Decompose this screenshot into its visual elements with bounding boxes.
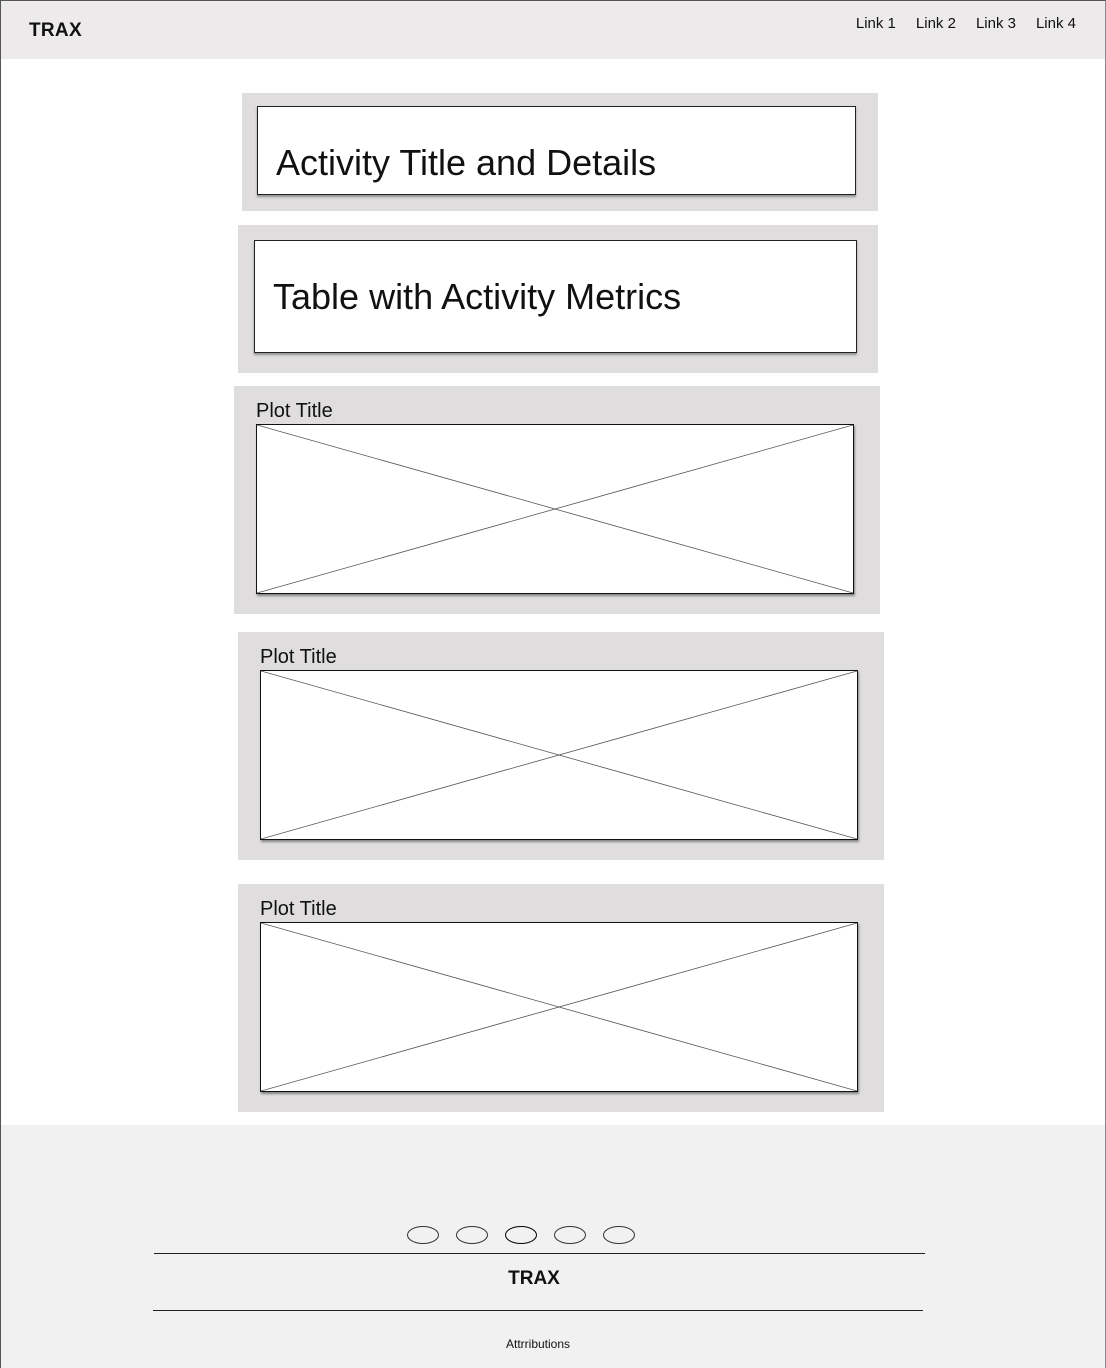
placeholder-cross-icon — [261, 923, 857, 1091]
attributions-link[interactable]: Attrributions — [1, 1337, 1075, 1351]
footer-divider-top — [154, 1253, 925, 1254]
carousel-dot-4[interactable] — [554, 1226, 586, 1244]
activity-title-text: Activity Title and Details — [276, 142, 657, 183]
carousel-dot-3-active[interactable] — [505, 1226, 537, 1244]
page: TRAX Link 1 Link 2 Link 3 Link 4 Activit… — [0, 0, 1106, 1368]
plot-placeholder — [260, 922, 858, 1092]
nav-link-4[interactable]: Link 4 — [1036, 15, 1076, 32]
brand-logo[interactable]: TRAX — [29, 20, 82, 42]
carousel-dot-2[interactable] — [456, 1226, 488, 1244]
metrics-table-card: Table with Activity Metrics — [254, 240, 857, 353]
carousel-dot-1[interactable] — [407, 1226, 439, 1244]
plot-panel-2: Plot Title — [238, 632, 884, 860]
nav-link-2[interactable]: Link 2 — [916, 15, 956, 32]
footer-brand: TRAX — [508, 1268, 560, 1289]
metrics-table-text: Table with Activity Metrics — [273, 276, 682, 317]
footer: TRAX Attrributions — [1, 1125, 1105, 1368]
footer-divider-bottom — [153, 1310, 923, 1311]
nav-link-1[interactable]: Link 1 — [856, 15, 896, 32]
activity-title-panel: Activity Title and Details — [242, 93, 878, 211]
nav-link-3[interactable]: Link 3 — [976, 15, 1016, 32]
plot-title: Plot Title — [256, 400, 333, 422]
plot-placeholder — [260, 670, 858, 840]
carousel-dots — [407, 1226, 635, 1244]
plot-title: Plot Title — [260, 646, 337, 668]
placeholder-cross-icon — [261, 671, 857, 839]
plot-panel-3: Plot Title — [238, 884, 884, 1112]
placeholder-cross-icon — [257, 425, 853, 593]
plot-panel-1: Plot Title — [234, 386, 880, 614]
nav-links: Link 1 Link 2 Link 3 Link 4 — [856, 15, 1076, 32]
carousel-dot-5[interactable] — [603, 1226, 635, 1244]
top-nav-bar: TRAX Link 1 Link 2 Link 3 Link 4 — [1, 1, 1105, 59]
plot-title: Plot Title — [260, 898, 337, 920]
activity-title-card: Activity Title and Details — [257, 106, 856, 195]
metrics-table-panel: Table with Activity Metrics — [238, 225, 878, 373]
plot-placeholder — [256, 424, 854, 594]
